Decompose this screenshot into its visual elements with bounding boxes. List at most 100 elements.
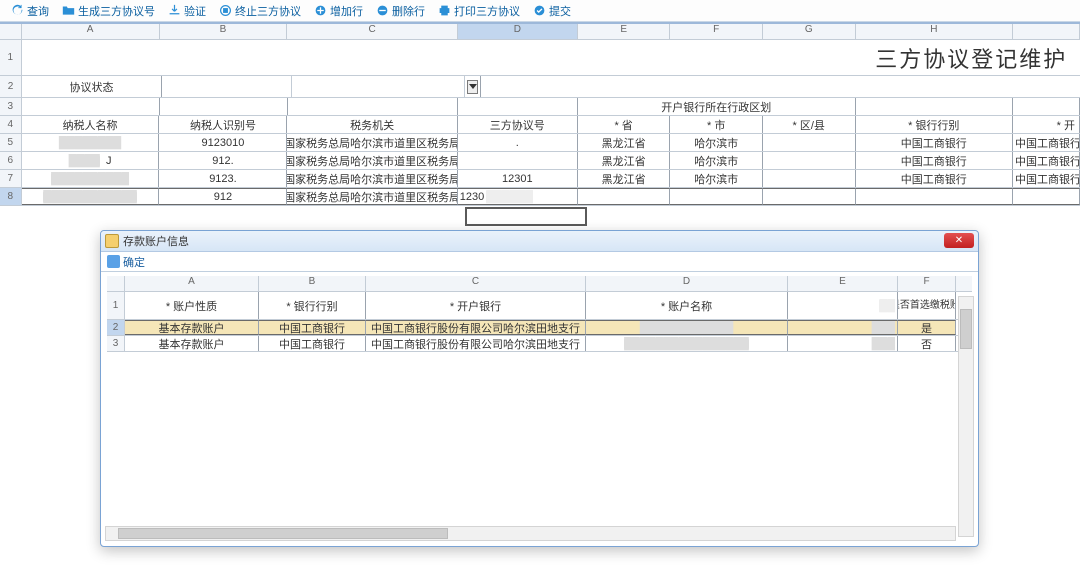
cell-district[interactable] xyxy=(763,170,856,187)
row-number[interactable]: 6 xyxy=(0,152,22,169)
col-header[interactable]: G xyxy=(763,24,856,39)
col-header[interactable]: E xyxy=(578,24,671,39)
cell-org[interactable]: 国家税务总局哈尔滨市道里区税务局 xyxy=(287,170,457,187)
row-number[interactable]: 4 xyxy=(0,116,22,133)
cell-no[interactable]: 12301 xyxy=(458,170,578,187)
cell-bank[interactable] xyxy=(856,188,1014,205)
toolbar-terminate[interactable]: 终止三方协议 xyxy=(214,1,305,21)
toolbar-gen-no[interactable]: 生成三方协议号 xyxy=(57,1,159,21)
row-number[interactable]: 3 xyxy=(0,98,22,115)
cell-bank-type[interactable]: 中国工商银行 xyxy=(259,336,366,351)
col-header[interactable]: A xyxy=(22,24,160,39)
toolbar-label: 生成三方协议号 xyxy=(78,3,155,19)
cell-first-pick[interactable]: 是 xyxy=(898,320,956,335)
col-header[interactable]: B xyxy=(160,24,288,39)
scrollbar-thumb[interactable] xyxy=(118,528,448,539)
dialog-titlebar[interactable]: 存款账户信息 ✕ xyxy=(101,231,978,252)
cell-acc-type[interactable]: 基本存款账户 xyxy=(125,320,259,335)
toolbar-print[interactable]: 打印三方协议 xyxy=(433,1,524,21)
cell-no[interactable]: . xyxy=(458,134,578,151)
cell-org[interactable]: 国家税务总局哈尔滨市道里区税务局 xyxy=(287,134,457,151)
col-header[interactable]: F xyxy=(670,24,763,39)
row-number[interactable]: 5 xyxy=(0,134,22,151)
row-number[interactable]: 3 xyxy=(107,336,125,351)
cell-open-bank[interactable]: 中国工商银行股份有限公司哈尔滨田地支行 xyxy=(366,336,586,351)
cell-city[interactable]: 哈尔滨市 xyxy=(670,152,763,169)
toolbar-submit[interactable]: 提交 xyxy=(528,1,575,21)
table-row-selected[interactable]: 8 ████████████ 912 国家税务总局哈尔滨市道里区税务局 1230… xyxy=(0,188,1080,206)
cell-open-bank[interactable]: 中国工商银行股份有限公司哈尔滨田地支行 xyxy=(366,320,586,335)
modal-row[interactable]: 3 基本存款账户 中国工商银行 中国工商银行股份有限公司哈尔滨田地支行 ████… xyxy=(107,336,972,352)
toolbar-add-row[interactable]: 增加行 xyxy=(309,1,367,21)
scrollbar-thumb[interactable] xyxy=(960,309,972,349)
row-number[interactable]: 7 xyxy=(0,170,22,187)
cell-district[interactable] xyxy=(763,134,856,151)
cell-acc-type[interactable]: 基本存款账户 xyxy=(125,336,259,351)
cell-bank[interactable]: 中国工商银行 xyxy=(856,170,1014,187)
row-number[interactable]: 8 xyxy=(0,188,22,205)
folder-icon xyxy=(61,4,75,18)
cell-province[interactable]: 黑龙江省 xyxy=(578,170,671,187)
row-number[interactable]: 1 xyxy=(0,40,22,75)
col-header[interactable]: D xyxy=(458,24,578,39)
col-header[interactable]: F xyxy=(898,276,956,291)
toolbar-query[interactable]: 查询 xyxy=(6,1,53,21)
row-number[interactable]: 1 xyxy=(107,292,125,319)
close-button[interactable]: ✕ xyxy=(944,233,974,248)
cell-org[interactable]: 国家税务总局哈尔滨市道里区税务局 xyxy=(287,188,457,205)
cell-first-pick[interactable]: 否 xyxy=(898,336,956,351)
cell-id[interactable]: 9123. xyxy=(159,170,287,187)
col-header[interactable]: D xyxy=(586,276,788,291)
page-title: 三方协议登记维护 xyxy=(855,40,1080,75)
cell-district[interactable] xyxy=(763,188,856,205)
cell-city[interactable]: 哈尔滨市 xyxy=(670,134,763,151)
row-number[interactable]: 2 xyxy=(107,320,125,335)
col-header[interactable]: C xyxy=(366,276,586,291)
toolbar-verify[interactable]: 验证 xyxy=(163,1,210,21)
col-header[interactable]: H xyxy=(856,24,1014,39)
col-header[interactable]: C xyxy=(287,24,457,39)
cell-bank[interactable]: 中国工商银行 xyxy=(856,134,1014,151)
cell-no[interactable]: 1230██████ xyxy=(458,188,578,205)
cell-id[interactable]: 912. xyxy=(159,152,287,169)
status-dropdown-button[interactable] xyxy=(467,80,478,94)
col-header[interactable] xyxy=(1013,24,1080,39)
cell-open[interactable] xyxy=(1013,188,1080,205)
toolbar-del-row[interactable]: 删除行 xyxy=(371,1,429,21)
dialog-toolbar: 确定 xyxy=(101,252,978,272)
cell-city[interactable]: 哈尔滨市 xyxy=(670,170,763,187)
table-row[interactable]: 7 ██████████ 9123. 国家税务总局哈尔滨市道里区税务局 1230… xyxy=(0,170,1080,188)
cell-province[interactable]: 黑龙江省 xyxy=(578,134,671,151)
cell-org[interactable]: 国家税务总局哈尔滨市道里区税务局 xyxy=(287,152,457,169)
cell-city[interactable] xyxy=(670,188,763,205)
cell-open[interactable]: 中国工商银行 xyxy=(1013,152,1080,169)
cell-no[interactable] xyxy=(458,152,578,169)
vertical-scrollbar[interactable] xyxy=(958,296,974,537)
table-row[interactable]: 6 ████ J 912. 国家税务总局哈尔滨市道里区税务局 黑龙江省 哈尔滨市… xyxy=(0,152,1080,170)
confirm-button[interactable]: 确定 xyxy=(123,254,145,270)
download-icon xyxy=(167,4,181,18)
cell-open[interactable]: 中国工商银行 xyxy=(1013,170,1080,187)
header-taxpayer-id: 纳税人识别号 xyxy=(159,116,287,133)
cell-id[interactable]: 9123010 xyxy=(159,134,287,151)
cell-id[interactable]: 912 xyxy=(159,188,287,205)
cell-bank-type[interactable]: 中国工商银行 xyxy=(259,320,366,335)
row-number[interactable]: 2 xyxy=(0,76,22,97)
toolbar-label: 增加行 xyxy=(330,3,363,19)
corner-cell[interactable] xyxy=(0,24,22,39)
col-header[interactable]: B xyxy=(259,276,366,291)
table-row[interactable]: 5 ████████ 9123010 国家税务总局哈尔滨市道里区税务局 . 黑龙… xyxy=(0,134,1080,152)
horizontal-scrollbar[interactable] xyxy=(105,526,956,541)
cell-bank[interactable]: 中国工商银行 xyxy=(856,152,1014,169)
cell-district[interactable] xyxy=(763,152,856,169)
col-header[interactable]: A xyxy=(125,276,259,291)
cell-province[interactable]: 黑龙江省 xyxy=(578,152,671,169)
modal-row-selected[interactable]: 2 基本存款账户 中国工商银行 中国工商银行股份有限公司哈尔滨田地支行 ████… xyxy=(107,320,972,336)
header-acc-type: * 账户性质 xyxy=(125,292,259,319)
corner-cell[interactable] xyxy=(107,276,125,291)
col-header[interactable]: E xyxy=(788,276,898,291)
cell-province[interactable] xyxy=(578,188,671,205)
stop-icon xyxy=(218,4,232,18)
cell-open[interactable]: 中国工商银行 xyxy=(1013,134,1080,151)
account-info-dialog: 存款账户信息 ✕ 确定 A B C D E F 1 * 账户性质 * 银行行别 … xyxy=(100,230,979,547)
